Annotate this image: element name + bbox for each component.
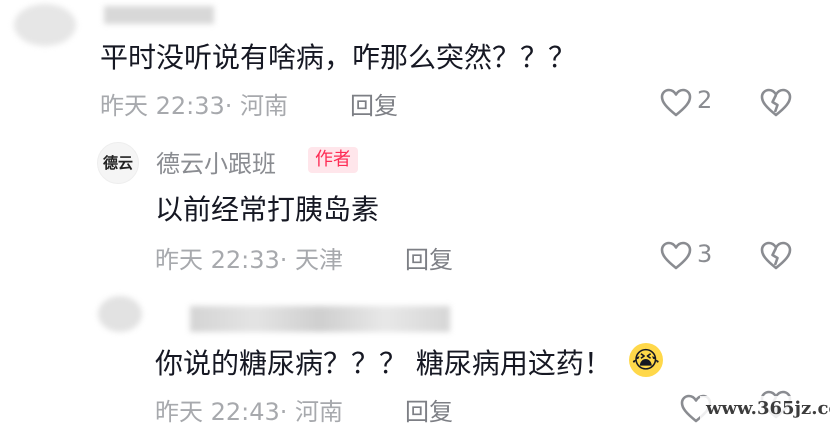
reply-button[interactable]: 回复 [405, 240, 453, 275]
author-name[interactable]: 德云小跟班 [156, 144, 276, 179]
reply-button[interactable]: 回复 [350, 86, 398, 121]
comment-meta: 昨天 22:33· 河南 [100, 92, 289, 120]
heart-icon[interactable] [660, 241, 692, 271]
watermark-text: www.365jz.com [706, 398, 830, 419]
author-badge: 作者 [308, 147, 358, 173]
reply-button[interactable]: 回复 [405, 392, 453, 427]
dislike-broken-heart-icon[interactable] [760, 88, 792, 118]
heart-icon[interactable] [660, 88, 692, 118]
comment-meta: 昨天 22:43· 河南 [155, 398, 344, 426]
comment-text: 以前经常打胰岛素 [155, 193, 380, 226]
comment-text: 你说的糖尿病？？？ 糖尿病用这药！ 😭 [155, 342, 663, 382]
author-name-blurred[interactable] [104, 6, 214, 24]
comment-meta: 昨天 22:33· 天津 [155, 246, 344, 274]
avatar-logo-text: 德云 [102, 154, 133, 172]
like-count: 3 [697, 240, 713, 268]
avatar[interactable] [98, 296, 142, 332]
comment-text: 平时没听说有啥病，咋那么突然？？？ [100, 41, 577, 74]
like-count: 2 [697, 86, 713, 114]
crying-face-emoji: 😭 [628, 343, 663, 377]
avatar[interactable] [14, 4, 76, 46]
comment-text-content: 你说的糖尿病？？？ 糖尿病用这药！ [155, 347, 612, 380]
author-name-blurred[interactable] [190, 306, 450, 332]
avatar[interactable]: 德云 [97, 142, 139, 184]
dislike-broken-heart-icon[interactable] [760, 241, 792, 271]
